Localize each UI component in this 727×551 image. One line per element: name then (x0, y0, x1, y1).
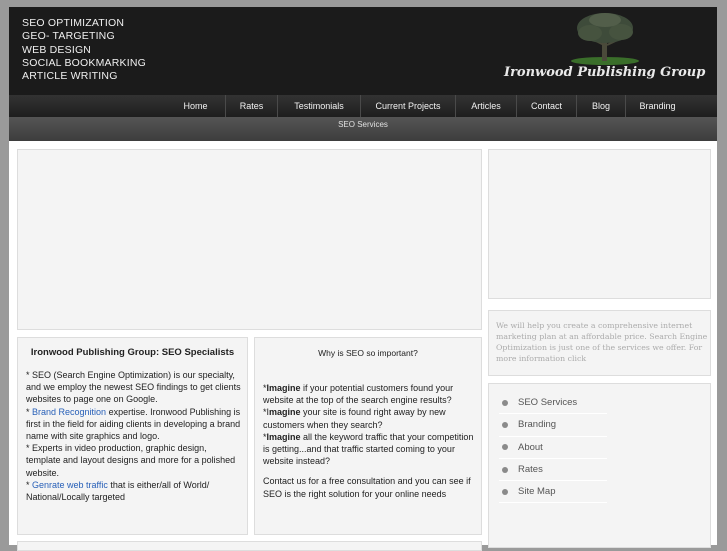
sidebar-intro-text: We will help you create a comprehensive … (496, 321, 708, 363)
sidebar-item-site-map[interactable]: Site Map (499, 481, 607, 504)
why-seo-title: Why is SEO so important? (318, 348, 418, 358)
why-seo-body: *Imagine if your potential customers fou… (263, 382, 477, 508)
sidebar-item-label: Rates (518, 463, 543, 475)
service-item: GEO- TARGETING (22, 30, 115, 43)
services-list: SEO OPTIMIZATION GEO- TARGETING WEB DESI… (22, 17, 146, 83)
bullet-icon (502, 444, 508, 451)
service-item: SEO OPTIMIZATION (22, 17, 125, 29)
sidebar-item-label: Site Map (518, 486, 556, 498)
service-item: WEB DESIGN (22, 43, 92, 56)
nav-branding[interactable]: Branding (625, 95, 689, 117)
nav-home[interactable]: Home (166, 95, 225, 117)
imagine-bold: Imagine (266, 431, 301, 442)
specialists-title: Ironwood Publishing Group: SEO Specialis… (30, 347, 235, 358)
site-header: SEO OPTIMIZATION GEO- TARGETING WEB DESI… (9, 7, 717, 95)
content-area: Ironwood Publishing Group: SEO Specialis… (9, 141, 717, 551)
sidebar-item-about[interactable]: About (499, 437, 607, 459)
sidebar-menu: SEO Services Branding About Rates Site M… (499, 392, 607, 504)
specialists-panel: Ironwood Publishing Group: SEO Specialis… (17, 337, 248, 535)
bullet-icon (502, 399, 508, 406)
tree-icon (571, 13, 639, 65)
service-item: ARTICLE WRITING (22, 70, 118, 83)
nav-contact[interactable]: Contact (516, 95, 576, 117)
video-production-text: * Experts in video production, graphic d… (26, 443, 236, 478)
nav-current-projects[interactable]: Current Projects (360, 95, 455, 117)
why-seo-panel: Why is SEO so important? *Imagine if you… (254, 337, 482, 535)
imagine-bold: Imagine (266, 383, 301, 393)
nav-testimonials[interactable]: Testimonials (277, 95, 360, 117)
nav-blog[interactable]: Blog (576, 95, 625, 117)
site-logo[interactable]: Ironwood Publishing Group (504, 11, 706, 91)
sidebar-item-rates[interactable]: Rates (499, 459, 607, 482)
banner-panel (17, 149, 482, 330)
bullet-icon (502, 488, 508, 495)
brand-recognition-link[interactable]: Brand Recognition (32, 407, 106, 417)
subnav-bar: SEO Services (9, 117, 717, 141)
imagine-bold: magine (269, 407, 301, 418)
service-item: SOCIAL BOOKMARKING (22, 56, 146, 69)
nav-rates[interactable]: Rates (225, 95, 277, 117)
specialty-seo-text: * SEO (Search Engine Optimization) is ou… (26, 370, 241, 405)
specialists-body: * SEO (Search Engine Optimization) is ou… (26, 369, 242, 503)
logo-text: Ironwood Publishing Group (504, 65, 706, 80)
web-traffic-link[interactable]: Genrate web traffic (32, 480, 108, 490)
sidebar-menu-panel: SEO Services Branding About Rates Site M… (488, 383, 711, 548)
consultation-text: Contact us for a free consultation and y… (263, 476, 471, 499)
nav-articles[interactable]: Articles (455, 95, 516, 117)
sidebar-item-seo-services[interactable]: SEO Services (499, 392, 607, 415)
bullet-icon (502, 466, 508, 473)
subnav-seo-services[interactable]: SEO Services (9, 120, 717, 129)
sidebar-item-label: SEO Services (518, 397, 578, 408)
bullet-icon (502, 421, 508, 428)
footer-panel (17, 541, 482, 551)
main-nav: Home Rates Testimonials Current Projects… (9, 95, 717, 117)
sidebar-item-branding[interactable]: Branding (499, 414, 607, 437)
sidebar-media-panel (488, 149, 711, 299)
sidebar-intro-panel: We will help you create a comprehensive … (488, 310, 711, 376)
page-frame: SEO OPTIMIZATION GEO- TARGETING WEB DESI… (9, 7, 717, 551)
sidebar-item-label: Branding (518, 419, 557, 431)
sidebar-item-label: About (518, 441, 543, 453)
